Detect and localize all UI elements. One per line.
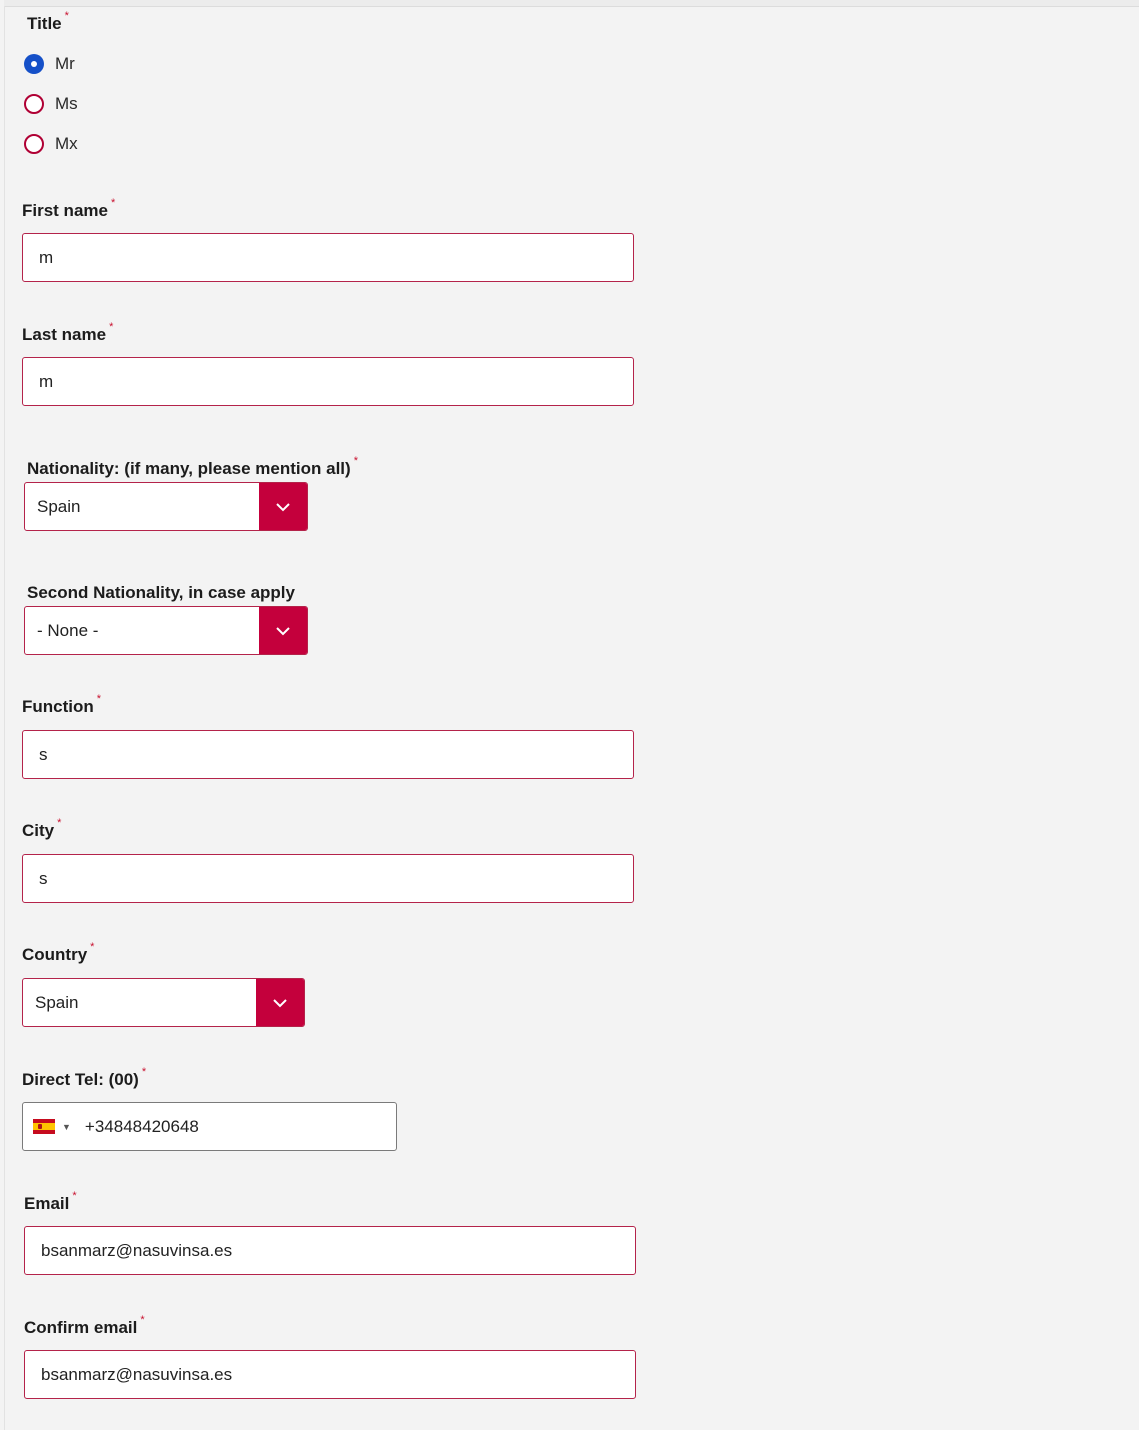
nationality-label: Nationality: (if many, please mention al…	[27, 455, 358, 479]
title-label-text: Title	[27, 14, 62, 33]
title-label: Title *	[27, 10, 69, 34]
confirm-email-input[interactable]	[24, 1350, 636, 1399]
chevron-down-icon[interactable]	[259, 607, 307, 654]
top-divider	[4, 0, 1139, 7]
radio-option-mx[interactable]: Mx	[24, 132, 78, 156]
radio-label-mx: Mx	[55, 134, 78, 153]
country-code-dropdown[interactable]: ▼	[33, 1119, 71, 1134]
left-divider	[4, 6, 5, 1430]
required-mark: *	[90, 941, 95, 953]
confirm-email-label-text: Confirm email	[24, 1318, 138, 1337]
required-mark: *	[57, 817, 62, 829]
city-label-text: City	[22, 821, 55, 840]
function-input[interactable]	[22, 730, 634, 779]
required-mark: *	[140, 1314, 145, 1326]
direct-tel-label-text: Direct Tel: (00)	[22, 1070, 139, 1089]
country-select[interactable]: Spain	[22, 978, 305, 1027]
required-mark: *	[109, 321, 114, 333]
phone-number-input[interactable]	[82, 1115, 347, 1138]
first-name-label: First name *	[22, 197, 115, 221]
chevron-down-icon[interactable]	[256, 979, 304, 1026]
email-input[interactable]	[24, 1226, 636, 1275]
direct-tel-label: Direct Tel: (00) *	[22, 1066, 146, 1090]
second-nationality-selected-value: - None -	[37, 620, 99, 640]
first-name-label-text: First name	[22, 201, 108, 220]
function-label: Function *	[22, 693, 101, 717]
second-nationality-select[interactable]: - None -	[24, 606, 308, 655]
chevron-down-icon[interactable]	[259, 483, 307, 530]
nationality-select[interactable]: Spain	[24, 482, 308, 531]
required-mark: *	[353, 455, 358, 467]
required-mark: *	[110, 197, 116, 209]
required-mark: *	[64, 10, 69, 22]
email-label-text: Email	[24, 1194, 70, 1213]
spain-flag-icon	[33, 1119, 55, 1134]
first-name-input[interactable]	[22, 233, 634, 282]
required-mark: *	[141, 1066, 147, 1078]
radio-label-ms: Ms	[55, 94, 78, 113]
caret-down-icon: ▼	[62, 1121, 71, 1132]
last-name-input[interactable]	[22, 357, 634, 406]
phone-field: ▼	[22, 1102, 397, 1151]
nationality-selected-value: Spain	[37, 496, 81, 516]
radio-option-ms[interactable]: Ms	[24, 92, 78, 116]
nationality-label-text: Nationality: (if many, please mention al…	[27, 459, 351, 478]
city-input[interactable]	[22, 854, 634, 903]
country-selected-value: Spain	[35, 992, 79, 1012]
last-name-label-text: Last name	[22, 325, 107, 344]
radio-option-mr[interactable]: Mr	[24, 52, 75, 76]
radio-button-checked[interactable]	[24, 54, 44, 74]
required-mark: *	[96, 693, 102, 705]
required-mark: *	[72, 1190, 77, 1202]
second-nationality-label: Second Nationality, in case apply	[27, 583, 295, 603]
confirm-email-label: Confirm email *	[24, 1314, 145, 1338]
city-label: City *	[22, 817, 61, 841]
function-label-text: Function	[22, 697, 94, 716]
country-label-text: Country	[22, 945, 88, 964]
country-label: Country *	[22, 941, 94, 965]
email-label: Email *	[24, 1190, 77, 1214]
radio-label-mr: Mr	[55, 54, 75, 73]
radio-button[interactable]	[24, 94, 44, 114]
last-name-label: Last name *	[22, 321, 113, 345]
second-nationality-label-text: Second Nationality, in case apply	[27, 583, 295, 602]
radio-button[interactable]	[24, 134, 44, 154]
